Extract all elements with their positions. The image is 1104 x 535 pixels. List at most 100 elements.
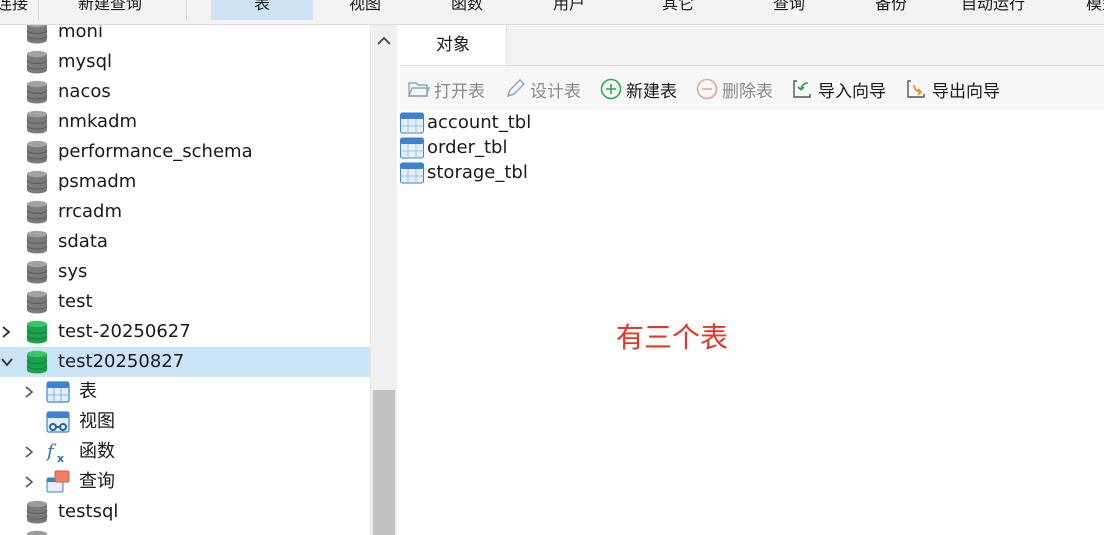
table-icon — [400, 162, 424, 184]
table-name: order_tbl — [427, 136, 508, 158]
view-group-icon — [46, 410, 70, 434]
database-icon — [26, 500, 48, 524]
object-toolbar: 打开表 设计表 新建表 删除表 导入向导 导出向导 — [400, 66, 1104, 110]
tree-node-database[interactable]: sys — [0, 257, 370, 287]
database-icon — [26, 530, 48, 535]
design-table-label: 设计表 — [530, 81, 581, 102]
minus-circle-icon — [696, 78, 718, 100]
toolbar-backup[interactable]: 备份 — [840, 0, 942, 20]
chevron-right-icon[interactable] — [0, 325, 14, 339]
database-icon — [26, 350, 48, 374]
tree-label-database: nacos — [58, 81, 111, 102]
chevron-right-icon[interactable] — [22, 445, 36, 459]
scrollbar-thumb[interactable] — [373, 390, 395, 535]
toolbar-connect[interactable]: 连接 — [0, 0, 32, 20]
new-table-button[interactable]: 新建表 — [600, 76, 677, 102]
annotation-text: 有三个表 — [616, 321, 729, 354]
database-icon — [26, 200, 48, 224]
toolbar-query[interactable]: 查询 — [738, 0, 840, 20]
database-icon — [26, 25, 48, 44]
toolbar-other[interactable]: 其它 — [627, 0, 729, 20]
table-icon — [400, 112, 424, 134]
tree-node-database[interactable]: nmkadm — [0, 107, 370, 137]
table-name: storage_tbl — [427, 161, 528, 183]
database-icon — [26, 80, 48, 104]
tree-node-database[interactable]: psmadm — [0, 167, 370, 197]
tree-label-database: test — [58, 291, 93, 312]
toolbar-view[interactable]: 视图 — [314, 0, 416, 20]
tree-label-views: 视图 — [79, 411, 115, 432]
chevron-right-icon[interactable] — [22, 385, 36, 399]
tree-label-functions: 函数 — [79, 441, 115, 462]
delete-table-button[interactable]: 删除表 — [696, 76, 773, 102]
chevron-right-icon[interactable] — [22, 475, 36, 489]
export-wizard-button[interactable]: 导出向导 — [906, 76, 1000, 102]
tree-label-database: psmadm — [58, 171, 137, 192]
delete-table-label: 删除表 — [722, 81, 773, 102]
tree-node-database[interactable]: mysql — [0, 47, 370, 77]
tree-node-database[interactable]: moni — [0, 25, 370, 47]
tree-node-database[interactable]: test — [0, 287, 370, 317]
table-name: account_tbl — [427, 111, 532, 133]
tree-node-views[interactable]: 视图 — [0, 407, 370, 437]
new-table-label: 新建表 — [626, 81, 677, 102]
open-table-label: 打开表 — [434, 81, 485, 102]
tree-label-database: rrcadm — [58, 201, 122, 222]
function-group-icon: fx — [45, 440, 70, 465]
import-wizard-label: 导入向导 — [818, 81, 886, 102]
toolbar-function[interactable]: 函数 — [416, 0, 518, 20]
tree-node-tables[interactable]: 表 — [0, 377, 370, 407]
tree-node-database[interactable] — [0, 527, 370, 535]
tree-label-database: performance_schema — [58, 141, 253, 162]
database-icon — [26, 290, 48, 314]
table-icon — [400, 137, 424, 159]
table-item[interactable]: storage_tbl — [400, 160, 528, 185]
design-table-button[interactable]: 设计表 — [504, 76, 581, 102]
database-icon — [26, 260, 48, 284]
tree-label-database: test-20250627 — [58, 321, 191, 342]
toolbar-automation[interactable]: 自动运行 — [942, 0, 1044, 20]
tree-scrollbar[interactable] — [370, 25, 397, 535]
tree-node-database[interactable]: test-20250627 — [0, 317, 370, 347]
tree-node-queries[interactable]: 查询 — [0, 467, 370, 497]
folder-open-icon — [407, 78, 431, 100]
query-group-icon — [46, 470, 70, 494]
tree-label-database: sys — [58, 261, 88, 282]
table-item[interactable]: order_tbl — [400, 135, 507, 160]
tree-node-database[interactable]: test20250827 — [0, 347, 370, 377]
toolbar-divider — [38, 0, 39, 20]
export-icon — [906, 78, 928, 100]
toolbar-table[interactable]: 表 — [211, 0, 313, 20]
main-toolbar: 连接 新建查询 表 视图 函数 用户 其它 查询 备份 自动运行 模型 — [0, 0, 1104, 25]
toolbar-model[interactable]: 模型 — [1072, 0, 1104, 20]
toolbar-divider — [186, 0, 187, 20]
toolbar-new-query[interactable]: 新建查询 — [64, 0, 156, 20]
database-icon — [26, 320, 48, 344]
import-icon — [792, 78, 814, 100]
tree-node-database[interactable]: rrcadm — [0, 197, 370, 227]
scroll-up-icon[interactable] — [376, 33, 392, 47]
database-icon — [26, 140, 48, 164]
import-wizard-button[interactable]: 导入向导 — [792, 76, 886, 102]
tree-node-database[interactable]: testsql — [0, 497, 370, 527]
tab-strip: 对象 — [400, 25, 1104, 66]
tree-node-database[interactable]: sdata — [0, 227, 370, 257]
svg-text:x: x — [57, 452, 64, 464]
open-table-button[interactable]: 打开表 — [407, 76, 485, 102]
chevron-down-icon[interactable] — [0, 355, 14, 369]
tree-node-database[interactable]: nacos — [0, 77, 370, 107]
database-icon — [26, 170, 48, 194]
tab-objects[interactable]: 对象 — [400, 25, 507, 65]
tree-label-database: mysql — [58, 51, 112, 72]
tree-label-tables: 表 — [79, 381, 97, 402]
connection-tree: moni mysql nacos nmkadm performance_schemaps… — [0, 25, 370, 535]
tree-label-database: moni — [58, 25, 103, 42]
database-icon — [26, 50, 48, 74]
tree-label-database: test20250827 — [58, 351, 185, 372]
tree-node-functions[interactable]: fx 函数 — [0, 437, 370, 467]
tree-node-database[interactable]: performance_schema — [0, 137, 370, 167]
table-item[interactable]: account_tbl — [400, 110, 531, 135]
table-group-icon — [46, 380, 70, 404]
plus-circle-icon — [600, 78, 622, 100]
toolbar-user[interactable]: 用户 — [518, 0, 620, 20]
